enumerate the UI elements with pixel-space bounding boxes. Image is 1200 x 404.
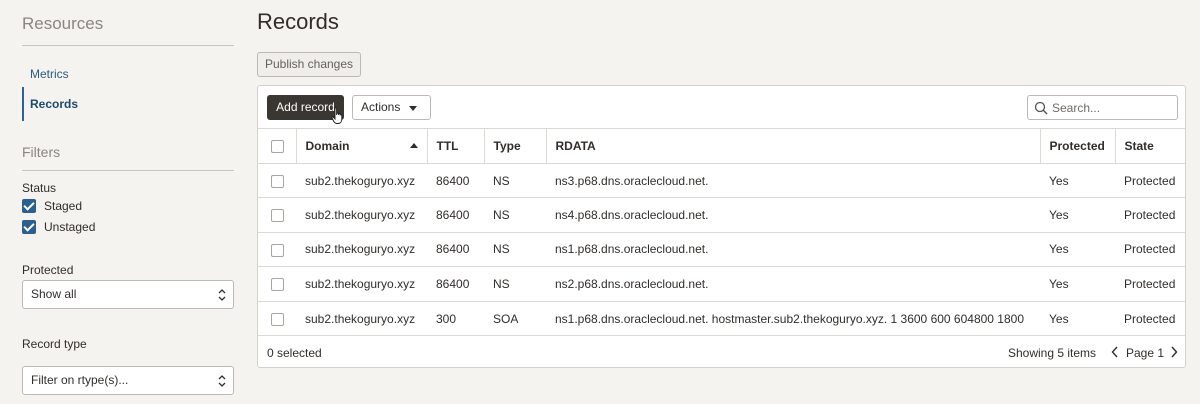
sidebar-item-metrics[interactable]: Metrics [22, 57, 234, 91]
cell-protected: Yes [1040, 300, 1115, 336]
column-header-protected[interactable]: Protected [1039, 128, 1115, 164]
cell-type: NS [484, 231, 546, 267]
cell-ttl: 86400 [427, 231, 484, 267]
publish-changes-button[interactable]: Publish changes [257, 52, 361, 77]
search-box[interactable] [1027, 95, 1178, 120]
cell-ttl: 86400 [427, 197, 484, 233]
cell-type: NS [484, 162, 546, 198]
cell-rdata: ns1.p68.dns.oraclecloud.net. [546, 231, 1040, 267]
cell-domain: sub2.thekoguryo.xyz [296, 197, 427, 233]
select-all-cell [258, 128, 296, 164]
table-row[interactable]: sub2.thekoguryo.xyz 86400 NS ns1.p68.dns… [258, 231, 1185, 267]
cell-state: Protected [1115, 300, 1185, 336]
cell-rdata: ns4.p68.dns.oraclecloud.net. [546, 197, 1040, 233]
actions-label: Actions [361, 100, 401, 114]
column-header-type[interactable]: Type [483, 128, 546, 164]
records-table-card: Add record Actions Domain TTL Type RDATA… [257, 85, 1186, 368]
search-input[interactable] [1052, 99, 1172, 116]
unstaged-checkbox[interactable]: Unstaged [22, 219, 95, 235]
checkbox-checked-icon[interactable] [22, 199, 36, 213]
row-checkbox[interactable] [271, 174, 284, 188]
record-type-label: Record type [22, 337, 87, 351]
cell-rdata: ns3.p68.dns.oraclecloud.net. [546, 162, 1040, 198]
protected-select-value: Show all [31, 287, 77, 301]
table-row[interactable]: sub2.thekoguryo.xyz 300 SOA ns1.p68.dns.… [258, 300, 1185, 336]
row-checkbox[interactable] [271, 278, 284, 292]
cell-ttl: 86400 [427, 266, 484, 302]
cell-ttl: 300 [427, 300, 484, 336]
table-row[interactable]: sub2.thekoguryo.xyz 86400 NS ns4.p68.dns… [258, 197, 1185, 233]
selected-count: 0 selected [267, 346, 322, 360]
unstaged-label: Unstaged [44, 220, 96, 234]
checkbox-checked-icon[interactable] [22, 220, 36, 234]
resources-title: Resources [22, 14, 104, 33]
record-type-select[interactable]: Filter on rtype(s)... [22, 366, 234, 395]
cell-domain: sub2.thekoguryo.xyz [296, 266, 427, 302]
table-footer: 0 selected Showing 5 items Page 1 [258, 335, 1185, 368]
cell-protected: Yes [1040, 162, 1115, 198]
staged-label: Staged [44, 199, 83, 213]
column-header-ttl[interactable]: TTL [426, 128, 484, 164]
filters-divider [22, 170, 234, 171]
cell-domain: sub2.thekoguryo.xyz [296, 231, 427, 267]
row-checkbox[interactable] [271, 243, 284, 257]
records-table: Domain TTL Type RDATA Protected State su… [258, 128, 1185, 336]
cell-state: Protected [1115, 266, 1185, 302]
table-row[interactable]: sub2.thekoguryo.xyz 86400 NS ns3.p68.dns… [258, 162, 1185, 198]
cell-protected: Yes [1040, 266, 1115, 302]
filters-title: Filters [22, 144, 61, 160]
row-checkbox[interactable] [271, 209, 284, 223]
row-checkbox[interactable] [271, 312, 284, 326]
chevron-left-icon[interactable] [1111, 346, 1119, 358]
column-header-domain[interactable]: Domain [295, 128, 427, 164]
cell-rdata: ns2.p68.dns.oraclecloud.net. [546, 266, 1040, 302]
cell-type: NS [484, 266, 546, 302]
cell-domain: sub2.thekoguryo.xyz [296, 162, 427, 198]
chevron-right-icon[interactable] [1170, 346, 1178, 358]
table-header-row: Domain TTL Type RDATA Protected State [258, 128, 1185, 164]
status-label: Status [22, 181, 57, 195]
resources-divider [22, 45, 234, 46]
sort-ascending-icon [409, 143, 418, 148]
cell-ttl: 86400 [427, 162, 484, 198]
items-count: Showing 5 items [1008, 346, 1097, 360]
hand-cursor-icon [331, 107, 343, 124]
search-icon [1034, 101, 1048, 115]
updown-chevron-icon [218, 289, 226, 301]
cell-domain: sub2.thekoguryo.xyz [296, 300, 427, 336]
column-header-state[interactable]: State [1114, 128, 1185, 164]
actions-dropdown-button[interactable]: Actions [352, 95, 431, 120]
cell-state: Protected [1115, 197, 1185, 233]
cell-protected: Yes [1040, 197, 1115, 233]
select-all-checkbox[interactable] [271, 140, 284, 154]
caret-down-icon [409, 106, 417, 111]
table-row[interactable]: sub2.thekoguryo.xyz 86400 NS ns2.p68.dns… [258, 266, 1185, 302]
cell-state: Protected [1115, 231, 1185, 267]
sidebar-item-records[interactable]: Records [22, 87, 234, 121]
protected-label: Protected [22, 263, 74, 277]
protected-select[interactable]: Show all [22, 280, 234, 309]
cell-protected: Yes [1040, 231, 1115, 267]
staged-checkbox[interactable]: Staged [22, 198, 82, 214]
cell-type: NS [484, 197, 546, 233]
record-type-placeholder: Filter on rtype(s)... [31, 373, 129, 387]
cell-rdata: ns1.p68.dns.oraclecloud.net. hostmaster.… [546, 300, 1040, 336]
page-indicator: Page 1 [1126, 346, 1165, 360]
cell-type: SOA [484, 300, 546, 336]
column-header-rdata[interactable]: RDATA [545, 128, 1040, 164]
updown-chevron-icon [218, 375, 226, 387]
page-title: Records [257, 9, 339, 34]
cell-state: Protected [1115, 162, 1185, 198]
